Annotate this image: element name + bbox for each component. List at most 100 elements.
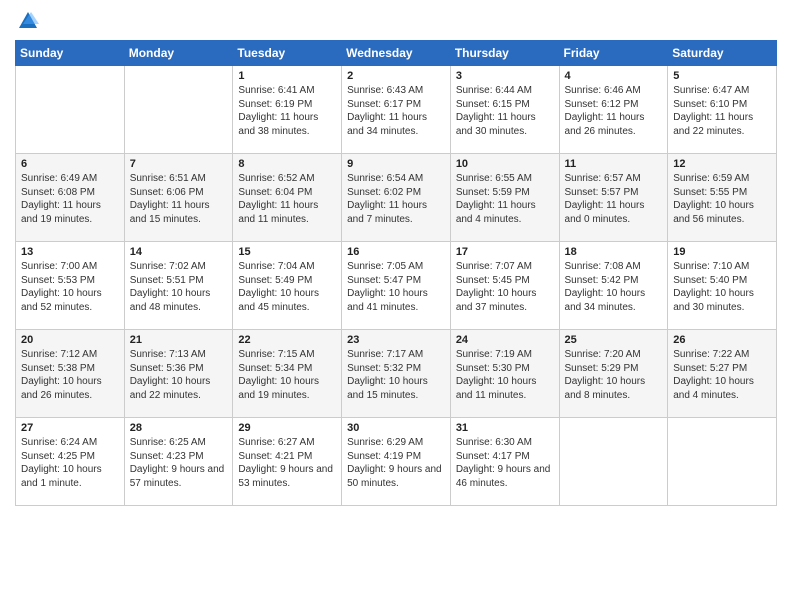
day-info: Sunrise: 6:43 AM Sunset: 6:17 PM Dayligh… (347, 84, 445, 138)
day-info: Sunrise: 7:19 AM Sunset: 5:30 PM Dayligh… (456, 348, 554, 402)
day-info: Sunrise: 7:13 AM Sunset: 5:36 PM Dayligh… (130, 348, 228, 402)
calendar-header-monday: Monday (124, 41, 233, 66)
calendar-week-1: 1 Sunrise: 6:41 AM Sunset: 6:19 PM Daylig… (16, 66, 777, 154)
day-info: Sunrise: 7:12 AM Sunset: 5:38 PM Dayligh… (21, 348, 119, 402)
calendar-week-3: 13Sunrise: 7:00 AM Sunset: 5:53 PM Dayli… (16, 242, 777, 330)
day-number: 14 (130, 246, 228, 258)
calendar-cell: 26 Sunrise: 7:22 AM Sunset: 5:27 PM Dayli… (668, 330, 777, 418)
calendar-cell: 31 Sunrise: 6:30 AM Sunset: 4:17 PM Dayli… (450, 418, 559, 506)
day-info: Sunrise: 6:52 AM Sunset: 6:04 PM Dayligh… (238, 172, 336, 226)
calendar-cell: 27Sunrise: 6:24 AM Sunset: 4:25 PM Dayli… (16, 418, 125, 506)
calendar-header-tuesday: Tuesday (233, 41, 342, 66)
day-info: Sunrise: 7:15 AM Sunset: 5:34 PM Dayligh… (238, 348, 336, 402)
day-number: 21 (130, 334, 228, 346)
day-number: 16 (347, 246, 445, 258)
day-info: Sunrise: 6:44 AM Sunset: 6:15 PM Dayligh… (456, 84, 554, 138)
day-number: 13 (21, 246, 119, 258)
calendar-week-4: 20 Sunrise: 7:12 AM Sunset: 5:38 PM Dayli… (16, 330, 777, 418)
calendar-cell (16, 66, 125, 154)
calendar-cell: 19 Sunrise: 7:10 AM Sunset: 5:40 PM Dayli… (668, 242, 777, 330)
calendar-cell: 18 Sunrise: 7:08 AM Sunset: 5:42 PM Dayli… (559, 242, 668, 330)
calendar-cell: 24 Sunrise: 7:19 AM Sunset: 5:30 PM Dayli… (450, 330, 559, 418)
calendar-cell: 21 Sunrise: 7:13 AM Sunset: 5:36 PM Dayli… (124, 330, 233, 418)
day-info: Sunrise: 6:55 AM Sunset: 5:59 PM Dayligh… (456, 172, 554, 226)
day-info: Sunrise: 7:05 AM Sunset: 5:47 PM Dayligh… (347, 260, 445, 314)
calendar-cell: 11 Sunrise: 6:57 AM Sunset: 5:57 PM Dayli… (559, 154, 668, 242)
day-number: 25 (565, 334, 663, 346)
day-number: 24 (456, 334, 554, 346)
day-number: 15 (238, 246, 336, 258)
day-number: 31 (456, 422, 554, 434)
day-number: 26 (673, 334, 771, 346)
day-info: Sunrise: 7:02 AM Sunset: 5:51 PM Dayligh… (130, 260, 228, 314)
calendar-header-row: SundayMondayTuesdayWednesdayThursdayFrid… (16, 41, 777, 66)
day-number: 9 (347, 158, 445, 170)
calendar-cell: 7 Sunrise: 6:51 AM Sunset: 6:06 PM Daylig… (124, 154, 233, 242)
calendar-cell (124, 66, 233, 154)
calendar-cell (668, 418, 777, 506)
day-info: Sunrise: 6:59 AM Sunset: 5:55 PM Dayligh… (673, 172, 771, 226)
day-info: Sunrise: 6:47 AM Sunset: 6:10 PM Dayligh… (673, 84, 771, 138)
logo (15, 10, 39, 32)
day-info: Sunrise: 6:41 AM Sunset: 6:19 PM Dayligh… (238, 84, 336, 138)
calendar-cell: 16 Sunrise: 7:05 AM Sunset: 5:47 PM Dayli… (342, 242, 451, 330)
day-number: 12 (673, 158, 771, 170)
calendar-header-wednesday: Wednesday (342, 41, 451, 66)
calendar-cell: 14 Sunrise: 7:02 AM Sunset: 5:51 PM Dayli… (124, 242, 233, 330)
day-number: 19 (673, 246, 771, 258)
calendar-cell: 2Sunrise: 6:43 AM Sunset: 6:17 PM Daylig… (342, 66, 451, 154)
day-info: Sunrise: 6:46 AM Sunset: 6:12 PM Dayligh… (565, 84, 663, 138)
calendar-header-thursday: Thursday (450, 41, 559, 66)
day-number: 27 (21, 422, 119, 434)
day-info: Sunrise: 6:29 AM Sunset: 4:19 PM Dayligh… (347, 436, 445, 490)
day-info: Sunrise: 7:22 AM Sunset: 5:27 PM Dayligh… (673, 348, 771, 402)
day-number: 28 (130, 422, 228, 434)
calendar-week-5: 27Sunrise: 6:24 AM Sunset: 4:25 PM Dayli… (16, 418, 777, 506)
logo-icon (17, 10, 39, 32)
day-info: Sunrise: 7:20 AM Sunset: 5:29 PM Dayligh… (565, 348, 663, 402)
calendar-cell: 9Sunrise: 6:54 AM Sunset: 6:02 PM Daylig… (342, 154, 451, 242)
day-number: 30 (347, 422, 445, 434)
calendar-cell: 1 Sunrise: 6:41 AM Sunset: 6:19 PM Daylig… (233, 66, 342, 154)
day-info: Sunrise: 7:08 AM Sunset: 5:42 PM Dayligh… (565, 260, 663, 314)
calendar-cell: 28 Sunrise: 6:25 AM Sunset: 4:23 PM Dayli… (124, 418, 233, 506)
calendar: SundayMondayTuesdayWednesdayThursdayFrid… (15, 40, 777, 506)
calendar-cell: 23Sunrise: 7:17 AM Sunset: 5:32 PM Dayli… (342, 330, 451, 418)
calendar-cell: 22 Sunrise: 7:15 AM Sunset: 5:34 PM Dayli… (233, 330, 342, 418)
day-info: Sunrise: 6:25 AM Sunset: 4:23 PM Dayligh… (130, 436, 228, 490)
day-info: Sunrise: 7:10 AM Sunset: 5:40 PM Dayligh… (673, 260, 771, 314)
day-info: Sunrise: 7:17 AM Sunset: 5:32 PM Dayligh… (347, 348, 445, 402)
day-info: Sunrise: 6:30 AM Sunset: 4:17 PM Dayligh… (456, 436, 554, 490)
day-number: 20 (21, 334, 119, 346)
calendar-cell: 29Sunrise: 6:27 AM Sunset: 4:21 PM Dayli… (233, 418, 342, 506)
page: SundayMondayTuesdayWednesdayThursdayFrid… (0, 0, 792, 612)
day-number: 5 (673, 70, 771, 82)
calendar-cell: 8Sunrise: 6:52 AM Sunset: 6:04 PM Daylig… (233, 154, 342, 242)
day-info: Sunrise: 6:57 AM Sunset: 5:57 PM Dayligh… (565, 172, 663, 226)
calendar-cell: 3 Sunrise: 6:44 AM Sunset: 6:15 PM Daylig… (450, 66, 559, 154)
calendar-cell (559, 418, 668, 506)
day-number: 18 (565, 246, 663, 258)
day-number: 4 (565, 70, 663, 82)
calendar-week-2: 6 Sunrise: 6:49 AM Sunset: 6:08 PM Daylig… (16, 154, 777, 242)
header (15, 10, 777, 32)
day-number: 11 (565, 158, 663, 170)
day-number: 1 (238, 70, 336, 82)
calendar-cell: 4 Sunrise: 6:46 AM Sunset: 6:12 PM Daylig… (559, 66, 668, 154)
day-info: Sunrise: 6:27 AM Sunset: 4:21 PM Dayligh… (238, 436, 336, 490)
day-info: Sunrise: 6:51 AM Sunset: 6:06 PM Dayligh… (130, 172, 228, 226)
day-number: 7 (130, 158, 228, 170)
day-number: 6 (21, 158, 119, 170)
calendar-header-saturday: Saturday (668, 41, 777, 66)
calendar-cell: 17Sunrise: 7:07 AM Sunset: 5:45 PM Dayli… (450, 242, 559, 330)
day-number: 17 (456, 246, 554, 258)
calendar-cell: 30 Sunrise: 6:29 AM Sunset: 4:19 PM Dayli… (342, 418, 451, 506)
calendar-cell: 5 Sunrise: 6:47 AM Sunset: 6:10 PM Daylig… (668, 66, 777, 154)
calendar-cell: 25 Sunrise: 7:20 AM Sunset: 5:29 PM Dayli… (559, 330, 668, 418)
day-info: Sunrise: 6:49 AM Sunset: 6:08 PM Dayligh… (21, 172, 119, 226)
day-number: 22 (238, 334, 336, 346)
day-number: 3 (456, 70, 554, 82)
calendar-cell: 13Sunrise: 7:00 AM Sunset: 5:53 PM Dayli… (16, 242, 125, 330)
calendar-cell: 12 Sunrise: 6:59 AM Sunset: 5:55 PM Dayli… (668, 154, 777, 242)
calendar-cell: 10Sunrise: 6:55 AM Sunset: 5:59 PM Dayli… (450, 154, 559, 242)
